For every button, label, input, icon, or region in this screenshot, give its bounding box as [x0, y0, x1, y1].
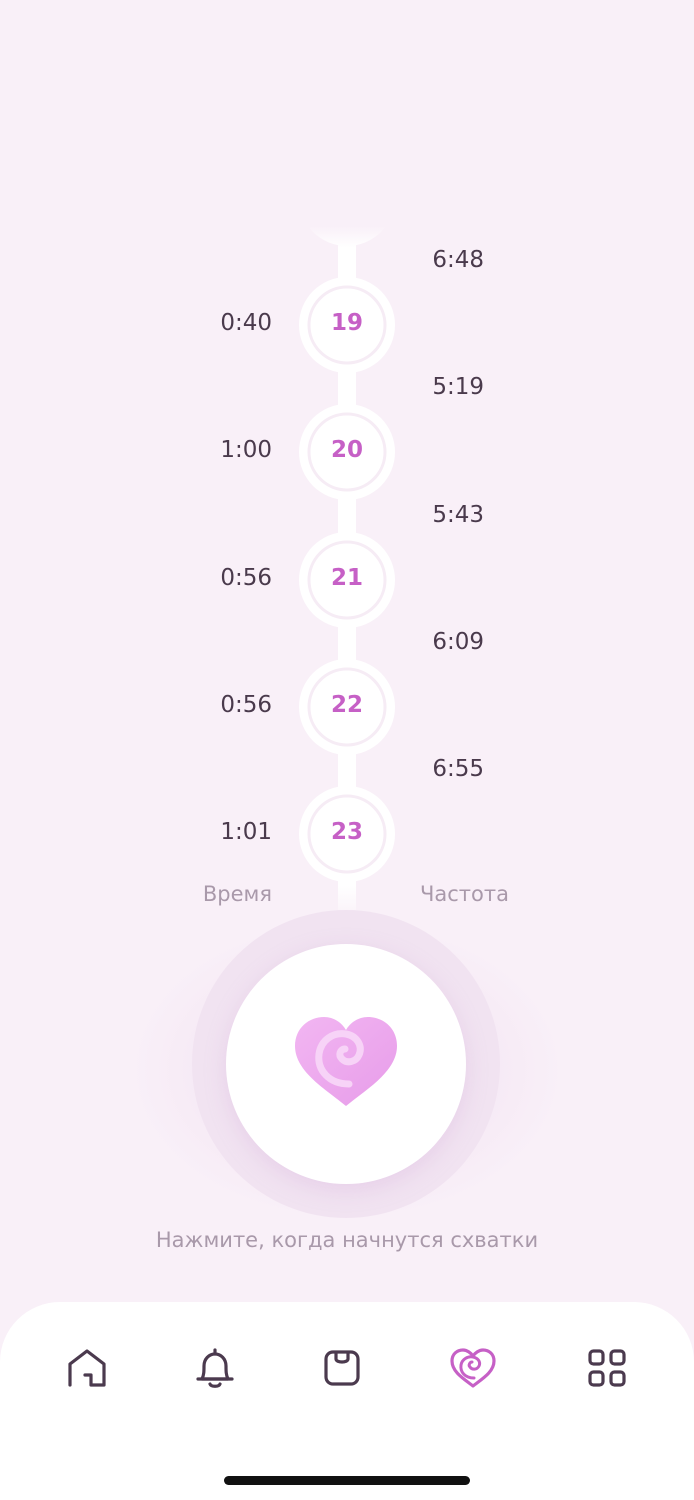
- tab-home[interactable]: [57, 1340, 117, 1400]
- bag-icon: [321, 1347, 363, 1393]
- contraction-frequency: 6:55: [432, 756, 484, 782]
- home-indicator: [224, 1476, 470, 1485]
- trash-icon: [598, 137, 632, 181]
- contraction-duration: 0:56: [220, 692, 272, 718]
- contraction-duration: 1:01: [220, 819, 272, 845]
- contraction-frequency: 6:09: [432, 629, 484, 655]
- contraction-duration: 1:00: [220, 437, 272, 463]
- contraction-duration: 0:56: [220, 565, 272, 591]
- start-zone: [0, 900, 694, 1230]
- tab-bag[interactable]: [312, 1340, 372, 1400]
- page-title: Схватки: [278, 138, 416, 172]
- contraction-duration: 0:40: [220, 310, 272, 336]
- tab-bar: [0, 1302, 694, 1500]
- tab-more[interactable]: [577, 1340, 637, 1400]
- start-hint: Нажмите, когда начнутся схватки: [155, 1228, 539, 1252]
- contraction-frequency: 6:48: [432, 247, 484, 273]
- grid-icon: [587, 1348, 627, 1392]
- contraction-frequency: 5:19: [432, 374, 484, 400]
- contraction-frequency: 5:43: [432, 502, 484, 528]
- tab-contractions[interactable]: [443, 1340, 503, 1400]
- contraction-number[interactable]: 21: [307, 565, 387, 591]
- home-icon: [66, 1347, 108, 1393]
- contraction-number[interactable]: 19: [307, 310, 387, 336]
- start-contraction-button[interactable]: [226, 944, 466, 1184]
- heart-swirl-icon: [449, 1347, 497, 1393]
- bell-icon: [194, 1346, 236, 1394]
- heart-swirl-icon: [291, 1014, 401, 1114]
- contraction-number[interactable]: 23: [307, 819, 387, 845]
- tab-notifications[interactable]: [185, 1340, 245, 1400]
- delete-button[interactable]: [592, 136, 638, 182]
- contraction-number[interactable]: 20: [307, 437, 387, 463]
- contraction-number[interactable]: 22: [307, 692, 387, 718]
